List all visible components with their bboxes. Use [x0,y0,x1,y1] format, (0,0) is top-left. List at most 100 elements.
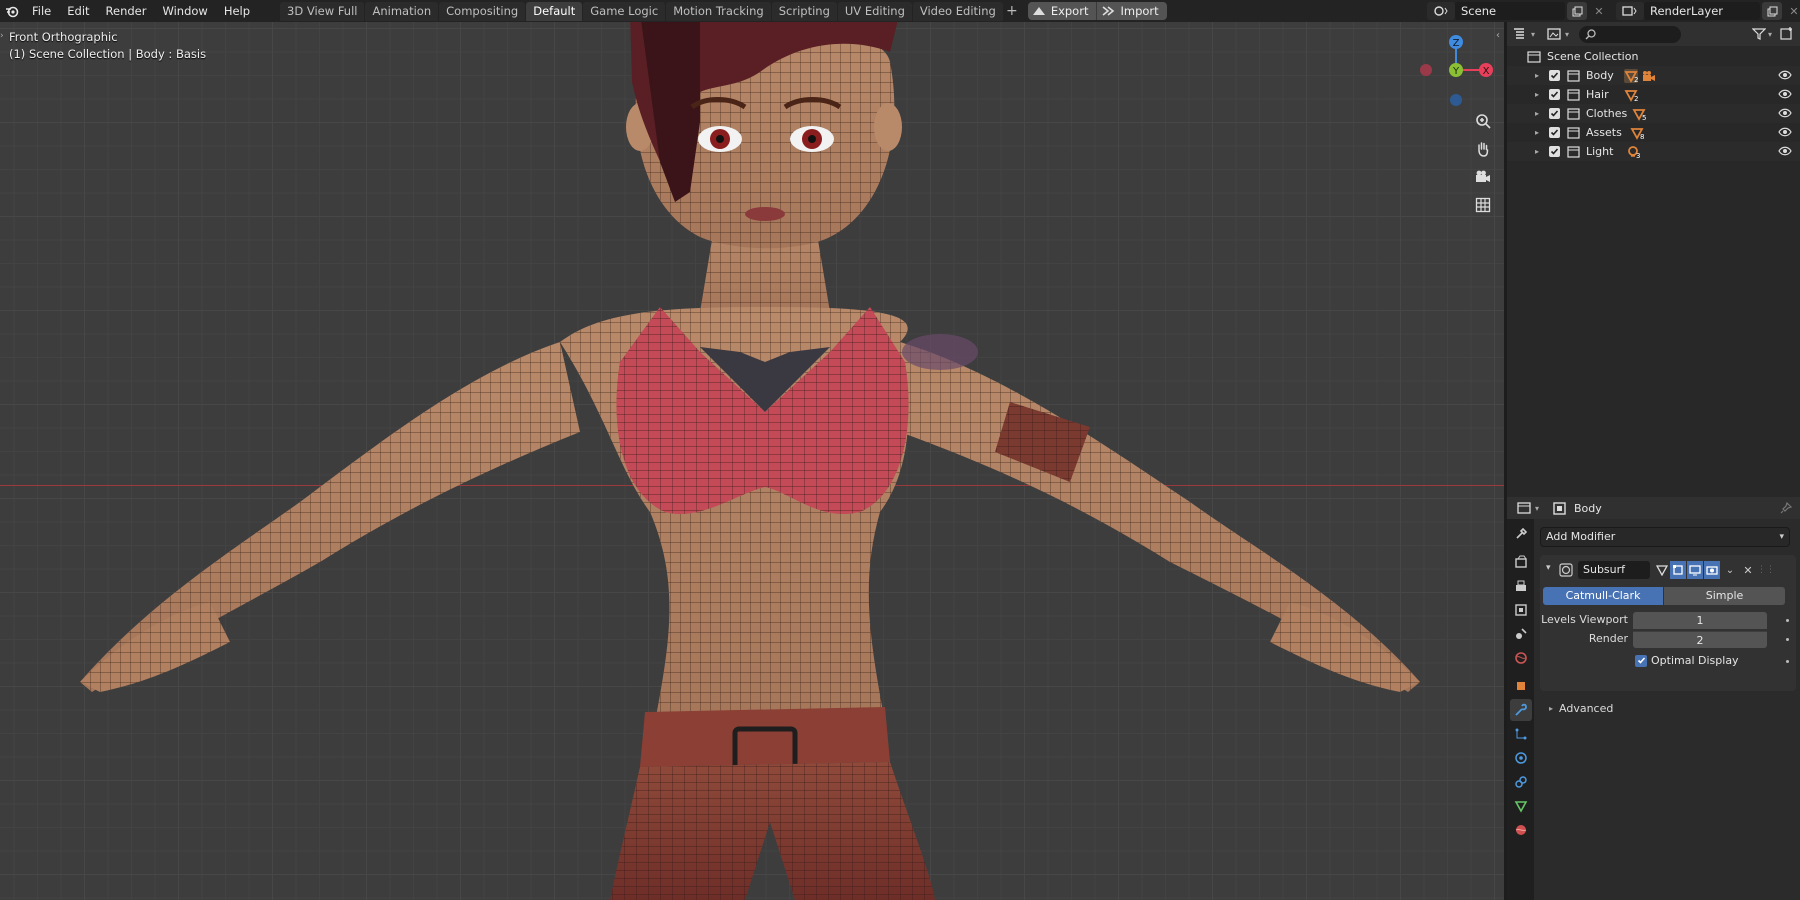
light-object-icon[interactable]: 3 [1626,145,1640,160]
exclude-checkbox[interactable] [1549,70,1560,81]
tab-motion-tracking[interactable]: Motion Tracking [666,1,771,21]
menu-render[interactable]: Render [98,0,155,22]
camera-object-icon[interactable] [1642,70,1656,82]
zoom-icon[interactable] [1470,108,1496,134]
visibility-eye-icon[interactable] [1778,127,1792,137]
render-layer-new-icon[interactable] [1762,2,1782,20]
mesh-object-icon[interactable]: 2 [1624,68,1638,84]
constraints-tab-icon[interactable] [1510,771,1532,793]
particles-tab-icon[interactable] [1510,723,1532,745]
toolbar-expand-icon[interactable]: › [0,31,4,41]
neg-x-axis-handle[interactable] [1420,64,1432,76]
exclude-checkbox[interactable] [1549,146,1560,157]
edit-mode-toggle-icon[interactable] [1670,561,1686,579]
render-toggle-icon[interactable] [1704,561,1720,579]
render-layer-browse-icon[interactable] [1616,2,1644,20]
exclude-checkbox[interactable] [1549,108,1560,119]
menu-help[interactable]: Help [216,0,258,22]
menu-window[interactable]: Window [154,0,215,22]
scene-collection-row[interactable]: Scene Collection [1507,47,1800,66]
tab-video-editing[interactable]: Video Editing [912,1,1003,21]
mesh-object-icon[interactable]: 8 [1630,126,1644,141]
display-mode-icon[interactable]: ▾ [1547,28,1569,40]
modifier-tab-icon[interactable] [1510,699,1532,721]
viewport-display-toggle-icon[interactable] [1687,561,1703,579]
view-layer-tab-icon[interactable] [1510,599,1532,621]
navigation-gizmo[interactable]: Z X Y [1414,28,1494,108]
exclude-checkbox[interactable] [1549,127,1560,138]
sidebar-collapse-icon[interactable]: ‹ [1496,30,1500,41]
camera-view-icon[interactable] [1470,164,1496,190]
outliner-item-body[interactable]: ▸ Body 2 [1507,66,1800,85]
render-levels-field[interactable]: 2 [1633,631,1767,648]
expand-arrow-icon[interactable]: ▸ [1532,90,1542,99]
import-button[interactable]: Import [1096,2,1166,20]
tab-uv-editing[interactable]: UV Editing [837,1,912,21]
expand-arrow-icon[interactable]: ▸ [1532,71,1542,80]
render-tab-icon[interactable] [1510,551,1532,573]
render-layer-close-icon[interactable]: ✕ [1784,2,1800,20]
simple-option[interactable]: Simple [1664,587,1785,605]
scene-tab-icon[interactable] [1510,623,1532,645]
neg-z-axis-handle[interactable] [1450,94,1462,106]
object-tab-icon[interactable] [1510,675,1532,697]
scene-browse-icon[interactable] [1427,2,1455,20]
expand-arrow-icon[interactable]: ▸ [1532,109,1542,118]
tab-compositing[interactable]: Compositing [439,1,526,21]
modifier-name-field[interactable]: Subsurf [1578,561,1650,579]
visibility-eye-icon[interactable] [1778,108,1792,118]
scene-name-field[interactable]: Scene [1455,2,1565,20]
modifier-menu-chevron-icon[interactable]: ⌄ [1722,561,1738,579]
visibility-eye-icon[interactable] [1778,146,1792,156]
pin-icon[interactable] [1780,502,1792,514]
collapse-modifier-icon[interactable]: ▾ [1546,563,1551,573]
exclude-checkbox[interactable] [1549,89,1560,100]
remove-modifier-icon[interactable]: ✕ [1740,561,1756,579]
keyframe-dot-icon[interactable] [1786,660,1789,663]
mesh-object-icon[interactable]: 5 [1632,107,1646,122]
export-button[interactable]: Export [1028,2,1097,20]
outliner-item-clothes[interactable]: ▸ Clothes 5 [1507,104,1800,123]
world-tab-icon[interactable] [1510,647,1532,669]
expand-arrow-icon[interactable]: ▸ [1532,128,1542,137]
expand-arrow-icon[interactable]: ▸ [1532,147,1542,156]
tab-game-logic[interactable]: Game Logic [583,1,666,21]
levels-viewport-field[interactable]: 1 [1633,612,1767,629]
output-tab-icon[interactable] [1510,575,1532,597]
render-layer-field[interactable]: RenderLayer [1644,2,1760,20]
pan-hand-icon[interactable] [1470,136,1496,162]
new-collection-icon[interactable] [1780,26,1794,43]
outliner-editor-type-icon[interactable]: ▾ [1513,28,1535,40]
menu-file[interactable]: File [24,0,59,22]
add-workspace-button[interactable]: + [1004,3,1020,19]
keyframe-dot-icon[interactable] [1786,619,1789,622]
tool-settings-tab-icon[interactable] [1510,523,1532,545]
advanced-subpanel-header[interactable]: ▸ Advanced [1549,702,1613,715]
character-model[interactable] [0,22,1504,900]
keyframe-dot-icon[interactable] [1786,638,1789,641]
tab-default[interactable]: Default [526,1,583,21]
outliner-item-hair[interactable]: ▸ Hair 2 [1507,85,1800,104]
filter-icon[interactable]: ▾ [1751,28,1772,40]
menu-edit[interactable]: Edit [59,0,97,22]
physics-tab-icon[interactable] [1510,747,1532,769]
tab-3d-view-full[interactable]: 3D View Full [280,1,365,21]
material-tab-icon[interactable] [1510,819,1532,841]
object-data-tab-icon[interactable] [1510,795,1532,817]
checkbox-checked-icon[interactable] [1635,654,1647,667]
3d-viewport[interactable]: Front Orthographic (1) Scene Collection … [0,22,1504,900]
tab-animation[interactable]: Animation [365,1,439,21]
catmull-clark-option[interactable]: Catmull-Clark [1543,587,1663,605]
mesh-object-icon[interactable]: 2 [1624,88,1638,103]
grid-toggle-icon[interactable] [1470,192,1496,218]
properties-editor-type-icon[interactable]: ▾ [1517,502,1539,514]
outliner-item-assets[interactable]: ▸ Assets 8 [1507,123,1800,142]
scene-close-icon[interactable]: ✕ [1589,2,1609,20]
visibility-eye-icon[interactable] [1778,89,1792,99]
outliner-item-light[interactable]: ▸ Light 3 [1507,142,1800,161]
outliner-search-input[interactable] [1579,25,1682,43]
add-modifier-dropdown[interactable]: Add Modifier ▾ [1540,527,1790,547]
edit-mode-cage-icon[interactable] [1654,561,1670,579]
optimal-display-checkbox[interactable]: Optimal Display [1635,654,1739,667]
tab-scripting[interactable]: Scripting [771,1,837,21]
